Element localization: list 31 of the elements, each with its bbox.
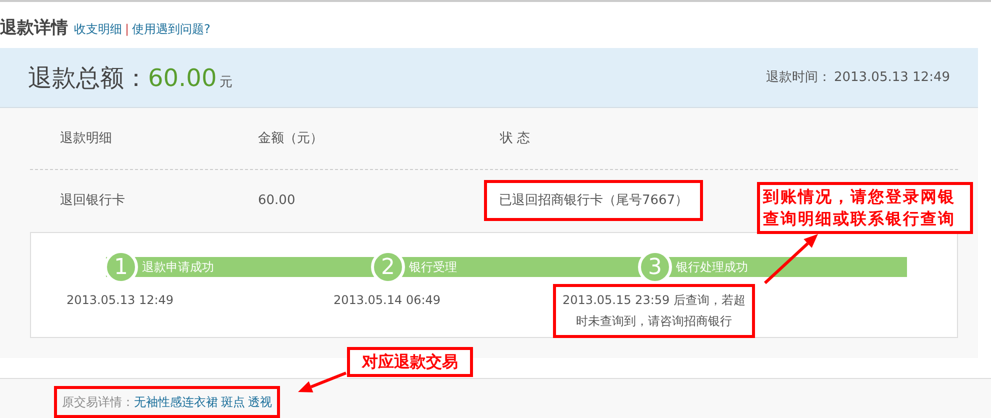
- page-title: 退款详情: [0, 17, 68, 40]
- table-cell: 退回银行卡: [60, 193, 125, 208]
- table-cell: 60.00: [258, 193, 296, 208]
- annotation-callout: 到账情况，请您登录网银查询明细或联系银行查询: [757, 182, 973, 234]
- annotation-arrow: [764, 234, 818, 284]
- refund-total-label: 退款总额：: [28, 62, 148, 94]
- column-header: 状 态: [500, 130, 530, 146]
- step-label: 银行处理成功: [676, 259, 748, 276]
- refund-time-label: 退款时间：: [766, 68, 831, 87]
- step-number: 2: [371, 250, 405, 284]
- step-label: 银行受理: [409, 259, 457, 276]
- separator: |: [125, 22, 130, 36]
- step-number: 1: [104, 250, 138, 284]
- refund-total-amount: 60.00: [148, 62, 217, 94]
- column-header: 退款明细: [60, 130, 112, 146]
- status-cell: 已退回招商银行卡（尾号7667）: [487, 183, 700, 218]
- refund-time: 2013.05.13 12:49: [834, 68, 950, 87]
- column-header: 金额（元）: [258, 130, 323, 146]
- annotation-arrow: [298, 372, 347, 392]
- trade-link[interactable]: 透视: [248, 395, 272, 409]
- step-label: 退款申请成功: [142, 259, 214, 276]
- trade-label: 原交易详情：: [62, 395, 134, 409]
- trade-link[interactable]: 斑点: [221, 395, 245, 409]
- step-time: 2013.05.14 06:49: [332, 292, 442, 309]
- step-time: 2013.05.13 12:49: [65, 292, 175, 309]
- step-number: 3: [638, 250, 672, 284]
- annotation-callout: 对应退款交易: [347, 347, 473, 377]
- header-link[interactable]: 使用遇到问题?: [132, 22, 210, 36]
- currency-unit: 元: [220, 74, 233, 92]
- header-link[interactable]: 收支明细: [74, 22, 122, 36]
- trade-link[interactable]: 无袖性感连衣裙: [134, 395, 218, 409]
